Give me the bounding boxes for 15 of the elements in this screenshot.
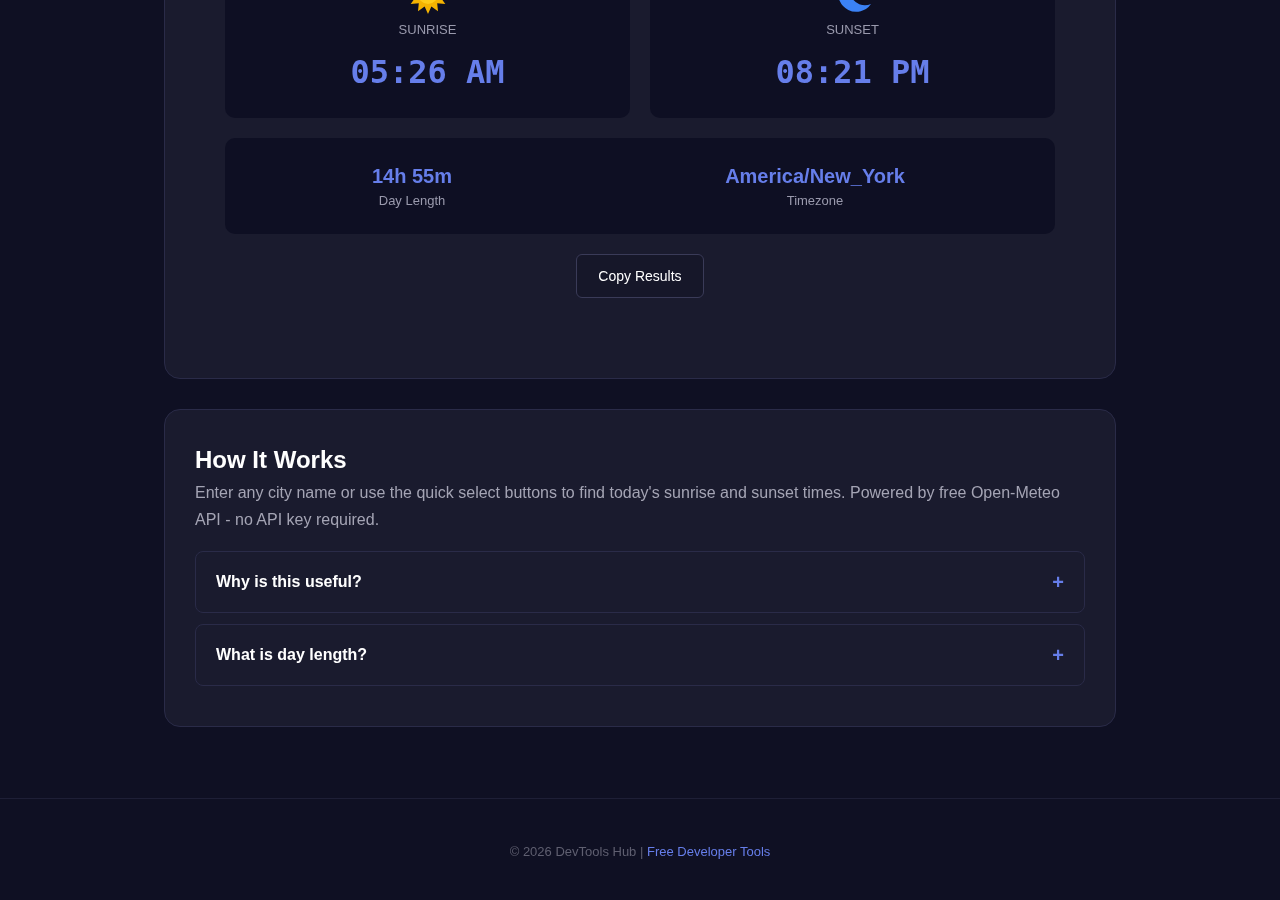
- time-value: 08:21 PM: [775, 52, 930, 92]
- time-value: 05:26 AM: [350, 52, 505, 92]
- faq-item[interactable]: What is day length? +: [195, 624, 1085, 686]
- footer-link[interactable]: Free Developer Tools: [646, 844, 771, 859]
- detail-value: America/New_York: [725, 163, 905, 188]
- section-description: Enter any city name or use the quick select buttons to find today's sunrise and sunset times. Powered by free Open-Meteo API - no API key required.: [195, 483, 1061, 530]
- faq-item[interactable]: Why is this useful? +: [195, 551, 1085, 613]
- copy-results-button[interactable]: Copy Results: [576, 254, 704, 298]
- footer-text: © 2026 DevTools Hub | Free Developer Tools: [509, 844, 771, 860]
- detail-label: Day Length: [378, 192, 446, 209]
- section-heading: How It Works: [195, 445, 348, 475]
- time-label: SUNSET: [826, 22, 879, 38]
- time-label: SUNRISE: [398, 22, 457, 38]
- detail-value: 14h 55m: [371, 163, 453, 188]
- detail-label: Timezone: [786, 192, 844, 209]
